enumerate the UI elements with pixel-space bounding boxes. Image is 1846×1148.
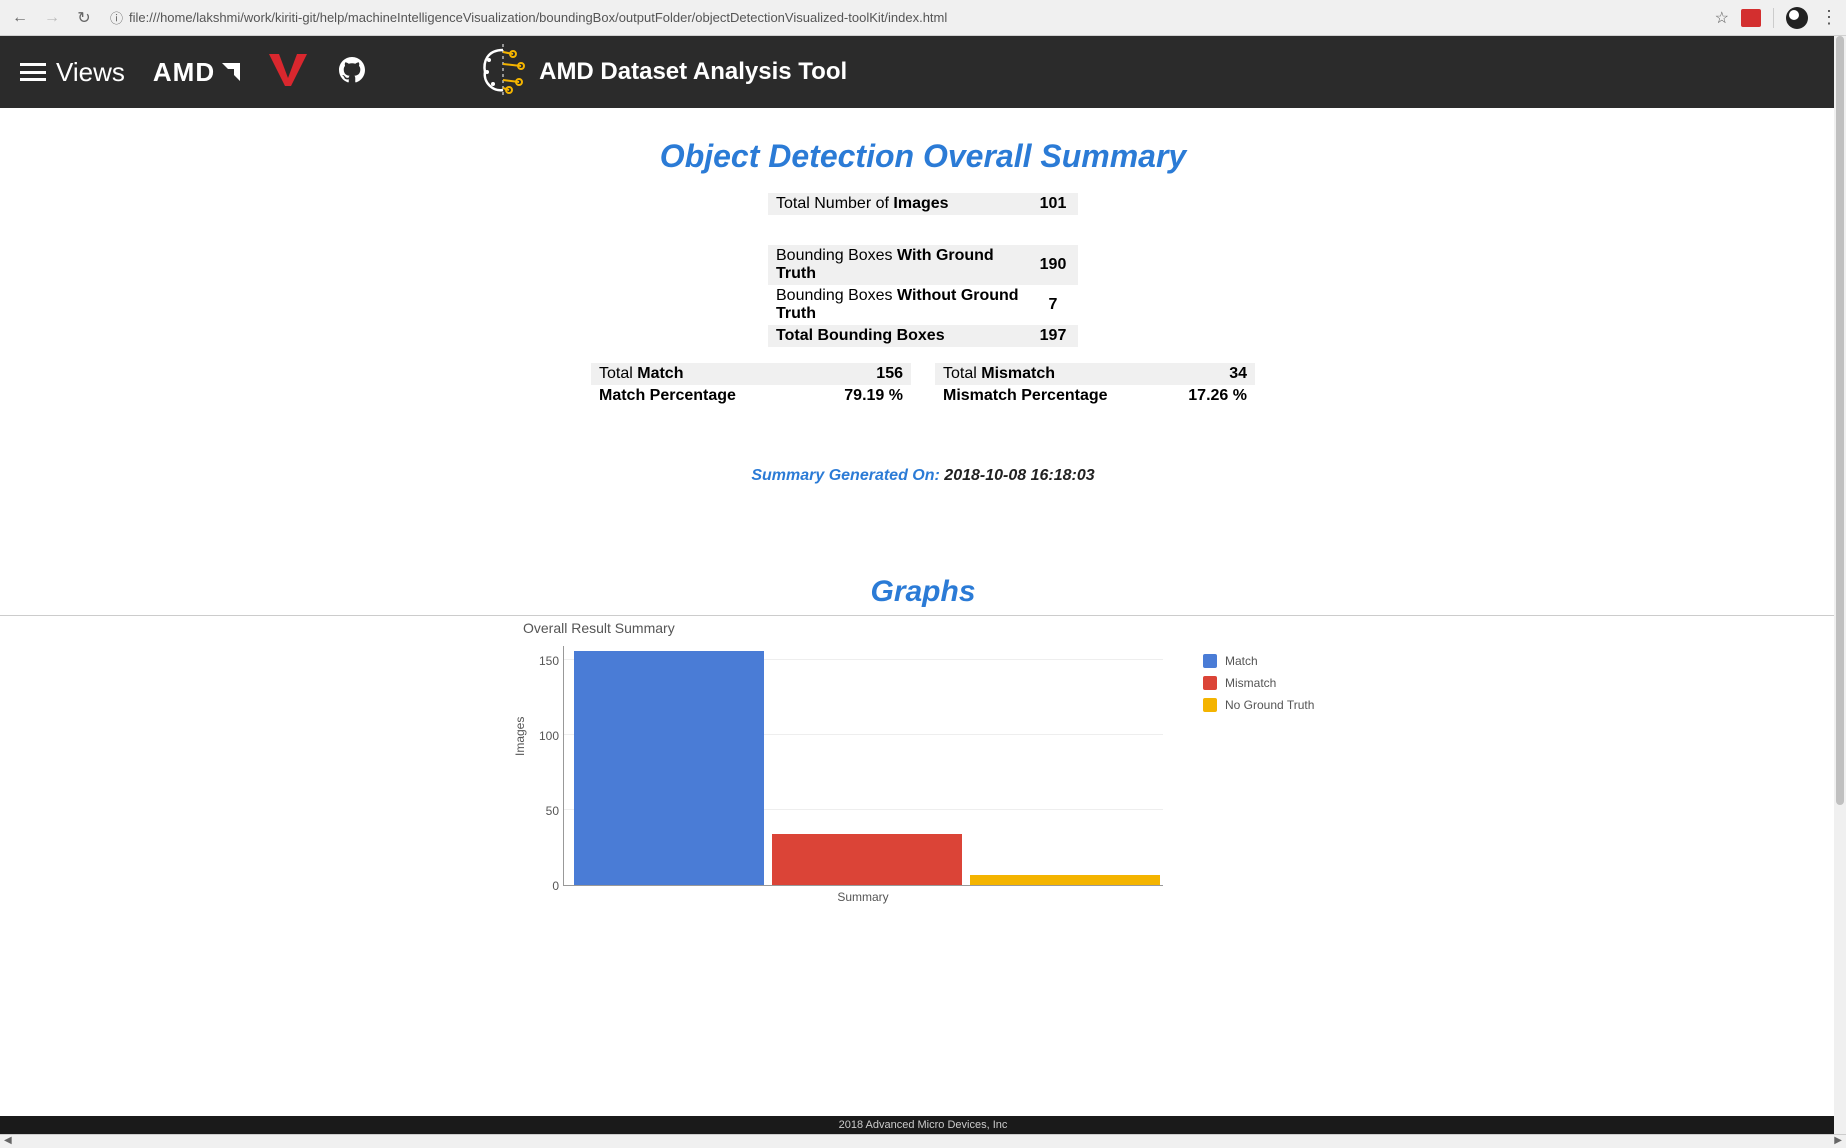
browser-toolbar: ← → ↻ ⓘ file:///home/lakshmi/work/kiriti… [0, 0, 1846, 36]
y-tick: 100 [539, 729, 559, 743]
horizontal-scrollbar[interactable] [0, 1134, 1846, 1148]
y-tick: 150 [539, 654, 559, 668]
y-axis: Images 0 50 100 150 [523, 646, 563, 886]
url-bar[interactable]: ⓘ file:///home/lakshmi/work/kiriti-git/h… [104, 8, 1703, 27]
images-table: Total Number of Images 101 [768, 193, 1078, 215]
vertical-scrollbar[interactable] [1834, 36, 1846, 1134]
bar-match [574, 651, 764, 885]
brain-logo-icon [475, 42, 531, 103]
github-icon[interactable] [339, 57, 365, 88]
generated-label: Summary Generated On: [751, 467, 944, 484]
chart-legend: Match Mismatch No Ground Truth [1203, 654, 1314, 886]
bbox-total-row: Total Bounding Boxes 197 [768, 325, 1078, 347]
main-content: Object Detection Overall Summary Total N… [0, 108, 1846, 1126]
hamburger-icon [20, 63, 46, 81]
graphs-title: Graphs [0, 575, 1846, 609]
mismatch-pct-row: Mismatch Percentage 17.26 % [935, 385, 1255, 407]
divider [0, 615, 1846, 616]
radeon-logo-icon [267, 52, 309, 93]
bar-mismatch [772, 834, 962, 885]
app-header: Views AMD AMD Dataset Analysis Tool [0, 36, 1846, 108]
bookmark-star-icon[interactable]: ☆ [1715, 8, 1729, 28]
y-axis-label: Images [513, 717, 527, 756]
bbox-without-gt-row: Bounding Boxes Without Ground Truth 7 [768, 285, 1078, 325]
chart-title: Overall Result Summary [523, 620, 1383, 636]
bbox-with-gt-row: Bounding Boxes With Ground Truth 190 [768, 245, 1078, 285]
extension-badge[interactable] [1741, 9, 1761, 27]
mismatch-table: Total Mismatch 34 Mismatch Percentage 17… [935, 363, 1255, 407]
back-button[interactable]: ← [8, 6, 32, 30]
forward-button[interactable]: → [40, 6, 64, 30]
match-pct-row: Match Percentage 79.19 % [591, 385, 911, 407]
generated-timestamp: 2018-10-08 16:18:03 [944, 467, 1094, 484]
page-title: Object Detection Overall Summary [0, 138, 1846, 175]
y-tick: 50 [546, 804, 559, 818]
match-mismatch-row: Total Match 156 Match Percentage 79.19 %… [0, 363, 1846, 407]
legend-noground: No Ground Truth [1203, 698, 1314, 712]
total-images-row: Total Number of Images 101 [768, 193, 1078, 215]
url-text: file:///home/lakshmi/work/kiriti-git/hel… [129, 10, 947, 25]
legend-match: Match [1203, 654, 1314, 668]
chart-plot-area [563, 646, 1163, 886]
generated-on-line: Summary Generated On: 2018-10-08 16:18:0… [0, 467, 1846, 485]
y-tick: 0 [552, 879, 559, 893]
reload-button[interactable]: ↻ [72, 6, 96, 30]
footer-text: 2018 Advanced Micro Devices, Inc [839, 1119, 1008, 1131]
browser-menu-icon[interactable]: ⋮ [1820, 7, 1838, 28]
app-title: AMD Dataset Analysis Tool [539, 58, 847, 86]
profile-icon[interactable] [1786, 7, 1808, 29]
legend-mismatch: Mismatch [1203, 676, 1314, 690]
separator [1773, 8, 1774, 28]
total-match-row: Total Match 156 [591, 363, 911, 385]
bbox-table: Bounding Boxes With Ground Truth 190 Bou… [768, 245, 1078, 347]
match-table: Total Match 156 Match Percentage 79.19 % [591, 363, 911, 407]
views-menu[interactable]: Views [20, 57, 125, 88]
chart-container: Overall Result Summary Images 0 50 100 1… [463, 620, 1383, 904]
amd-logo: AMD [153, 57, 243, 88]
x-axis-label: Summary [563, 890, 1163, 904]
bar-no-ground-truth [970, 875, 1160, 886]
footer: 2018 Advanced Micro Devices, Inc [0, 1116, 1846, 1134]
amd-arrow-icon [219, 60, 243, 84]
views-label: Views [56, 57, 125, 88]
info-icon: ⓘ [110, 8, 123, 27]
total-mismatch-row: Total Mismatch 34 [935, 363, 1255, 385]
